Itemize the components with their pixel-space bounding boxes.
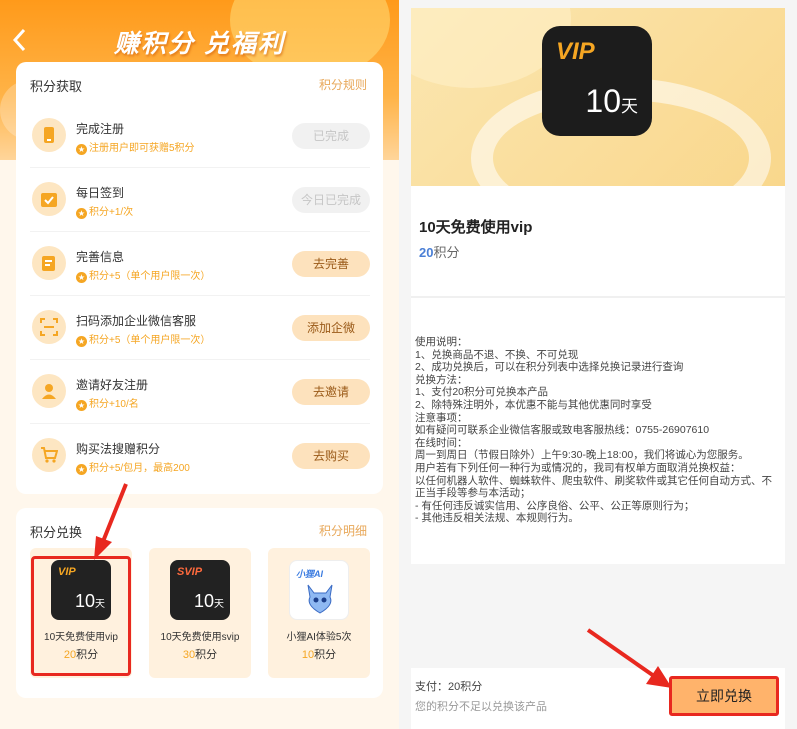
clipboard-icon xyxy=(32,246,66,280)
scan-icon xyxy=(32,310,66,344)
star-icon: ★ xyxy=(76,400,87,411)
task-desc: ★ 积分+5/包月，最高200 xyxy=(76,463,190,475)
detail-panel: VIP 10天 10天免费使用vip 20积分 使用说明： 1、兑换商品不退、不… xyxy=(399,0,797,729)
task-name: 购买法搜赠积分 xyxy=(76,442,161,456)
product-card-svip[interactable]: SVIP 10天 10天免费使用svip 30积分 xyxy=(149,548,251,678)
task-row-purchase: 购买法搜赠积分 ★ 积分+5/包月，最高200 去购买 xyxy=(30,424,370,488)
star-icon: ★ xyxy=(76,336,87,347)
task-desc: ★ 注册用户即可获赠5积分 xyxy=(76,143,195,155)
checkout-bar: 支付：20积分 您的积分不足以兑换该产品 立即兑换 xyxy=(411,668,785,729)
points-rules-link[interactable]: 积分规则 xyxy=(319,76,367,93)
task-desc: ★ 积分+5（单个用户限一次） xyxy=(76,335,211,347)
task-row-checkin: 每日签到 ★ 积分+1/次 今日已完成 xyxy=(30,168,370,232)
task-row-profile: 完善信息 ★ 积分+5（单个用户限一次） 去完善 xyxy=(30,232,370,296)
task-name: 完善信息 xyxy=(76,250,125,264)
star-icon: ★ xyxy=(76,464,87,475)
exchange-section-title: 积分兑换 xyxy=(30,525,83,540)
product-name: 10天免费使用svip xyxy=(160,632,240,643)
task-name: 每日签到 xyxy=(76,186,125,200)
payment-amount: 支付：20积分 xyxy=(415,681,483,693)
product-cost: 30积分 xyxy=(182,649,218,661)
product-hero-image: VIP 10天 xyxy=(411,8,785,186)
redeem-now-button[interactable]: 立即兑换 xyxy=(669,676,779,716)
phone-icon xyxy=(32,118,66,152)
complete-info-button[interactable]: 去完善 xyxy=(292,251,370,277)
product-cost: 10积分 xyxy=(301,649,337,661)
task-desc: ★ 积分+10/名 xyxy=(76,399,139,411)
vip-badge: VIP 10天 xyxy=(542,26,652,136)
mascot-icon xyxy=(307,584,333,614)
selection-highlight xyxy=(31,556,131,676)
task-button-done[interactable]: 已完成 xyxy=(292,123,370,149)
page-title: 赚积分 兑福利 xyxy=(114,30,285,58)
product-name: 小狸AI体验5次 xyxy=(286,632,352,643)
cart-icon xyxy=(32,438,66,472)
instructions-text: 使用说明： 1、兑换商品不退、不换、不可兑现 2、成功兑换后，可以在积分列表中选… xyxy=(415,336,772,525)
svip-thumbnail: SVIP 10天 xyxy=(170,560,230,620)
product-price: 20积分 xyxy=(419,245,460,260)
star-icon: ★ xyxy=(76,144,87,155)
task-desc: ★ 积分+1/次 xyxy=(76,207,134,219)
task-button-done[interactable]: 今日已完成 xyxy=(292,187,370,213)
product-card-ai[interactable]: 小狸AI 小狸AI体验5次 10积分 xyxy=(268,548,370,678)
star-icon: ★ xyxy=(76,272,87,283)
invite-button[interactable]: 去邀请 xyxy=(292,379,370,405)
star-icon: ★ xyxy=(76,208,87,219)
task-row-register: 完成注册 ★ 注册用户即可获赠5积分 已完成 xyxy=(30,104,370,168)
product-info: 10天免费使用vip 20积分 xyxy=(411,186,785,296)
insufficient-points-message: 您的积分不足以兑换该产品 xyxy=(415,701,547,713)
add-wechat-button[interactable]: 添加企微 xyxy=(292,315,370,341)
product-title: 10天免费使用vip xyxy=(419,219,533,236)
task-row-wechat: 扫码添加企业微信客服 ★ 积分+5（单个用户限一次） 添加企微 xyxy=(30,296,370,360)
ai-mascot-thumbnail: 小狸AI xyxy=(289,560,349,620)
task-name: 邀请好友注册 xyxy=(76,378,149,392)
task-name: 完成注册 xyxy=(76,122,125,136)
task-desc: ★ 积分+5（单个用户限一次） xyxy=(76,271,211,283)
calendar-icon xyxy=(32,182,66,216)
buy-button[interactable]: 去购买 xyxy=(292,443,370,469)
points-detail-link[interactable]: 积分明细 xyxy=(319,522,367,539)
task-row-invite: 邀请好友注册 ★ 积分+10/名 去邀请 xyxy=(30,360,370,424)
earn-section-title: 积分获取 xyxy=(30,79,83,94)
user-icon xyxy=(32,374,66,408)
earn-points-card: 积分获取 积分规则 完成注册 ★ 注册用户即可获赠5积分 已完成 每日签到 ★ 积分… xyxy=(16,62,383,494)
usage-instructions: 使用说明： 1、兑换商品不退、不换、不可兑现 2、成功兑换后，可以在积分列表中选… xyxy=(411,296,785,564)
task-name: 扫码添加企业微信客服 xyxy=(76,314,197,328)
